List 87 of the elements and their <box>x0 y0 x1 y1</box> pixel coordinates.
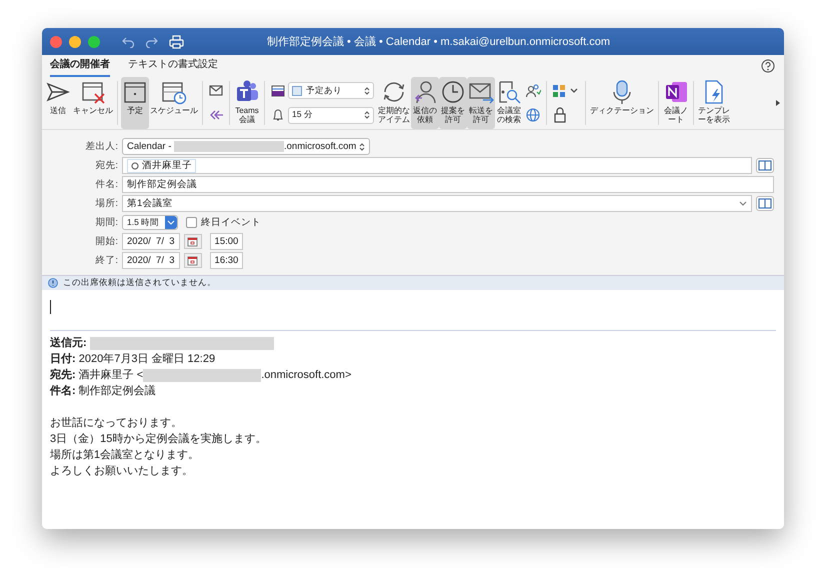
undo-button[interactable] <box>120 34 136 48</box>
ribbon-button[interactable]: 提案を許可 <box>439 77 467 129</box>
toolbar-button[interactable] <box>524 106 542 124</box>
grid-icon <box>552 84 580 98</box>
body-line: 3日（金）15時から定例会議を実施します。 <box>50 432 268 447</box>
ribbon-button[interactable]: 転送を許可 <box>467 77 495 129</box>
ribbon-button[interactable]: 会議室の検索 <box>495 77 523 129</box>
ribbon-button[interactable]: テンプレーを表示 <box>697 77 731 129</box>
from-dropdown[interactable]: Calendar - .onmicrosoft.com <box>122 138 370 155</box>
show-as-dropdown[interactable]: 予定あり <box>288 82 374 100</box>
calendar-icon <box>187 256 198 266</box>
calendar-icon <box>187 236 198 246</box>
redo-icon <box>145 36 159 48</box>
lock-icon <box>552 106 568 122</box>
field-label: 差出人: <box>84 140 118 153</box>
field-label: 宛先: <box>94 159 118 172</box>
recipient-token[interactable]: 酒井麻里子 <box>127 158 196 172</box>
ribbon-tab[interactable]: 会議の開催者 <box>50 54 110 77</box>
to-field[interactable]: 酒井麻里子 <box>122 157 752 174</box>
date-field[interactable]: 2020/ 7/ 3 <box>122 233 180 250</box>
color-swatch-icon <box>271 84 285 97</box>
address-book-button[interactable] <box>756 196 774 211</box>
ribbon-button[interactable]: 送信 <box>44 77 72 129</box>
body-line: お世話になっております。 <box>50 416 183 431</box>
location-field[interactable]: 第1会議室 <box>122 195 752 212</box>
ribbon-button[interactable]: 定期的なアイテム <box>377 77 411 129</box>
checkbox-label: 終日イベント <box>201 216 262 229</box>
chevron-down-icon <box>167 220 176 226</box>
minimize-button[interactable] <box>69 36 81 48</box>
text-cursor <box>50 300 51 314</box>
zoom-button[interactable] <box>88 36 100 48</box>
updown-icon <box>364 86 370 96</box>
info-icon <box>48 278 58 288</box>
subject-field[interactable]: 制作部定例会議 <box>122 176 774 193</box>
reminder-dropdown[interactable]: 15 分 <box>288 106 374 124</box>
print-icon <box>169 34 184 48</box>
more-button[interactable] <box>774 98 782 108</box>
header-line: 送信元: <box>50 336 88 351</box>
globe-icon <box>525 107 541 123</box>
header-line: 宛先: 酒井麻里子 < <box>50 368 144 383</box>
header-line: .onmicrosoft.com> <box>261 368 352 383</box>
field-label: 件名: <box>94 178 118 191</box>
ribbon-button[interactable]: 会議ノート <box>662 77 690 129</box>
header-line: 日付: 2020年7月3日 金曜日 12:29 <box>50 352 216 367</box>
time-field[interactable]: 16:30 <box>210 252 244 269</box>
clock-icon <box>440 79 466 105</box>
ribbon-tab[interactable]: テキストの書式設定 <box>128 54 218 77</box>
people-icon <box>525 83 541 99</box>
redo-button[interactable] <box>144 34 160 48</box>
notebook-icon <box>663 79 689 105</box>
updown-icon <box>358 142 365 152</box>
duration-dropdown[interactable]: 1.5 時間 <box>122 215 178 230</box>
address-book-icon <box>758 160 772 171</box>
field-label: 期間: <box>94 216 118 229</box>
address-book-icon <box>758 198 772 209</box>
ribbon-button[interactable]: Teams 会議 <box>233 77 261 129</box>
ribbon-button[interactable]: キャンセル <box>72 77 114 129</box>
field-label: 終了: <box>94 254 118 267</box>
ribbon-button[interactable]: スケジュール <box>149 77 199 129</box>
window-title: 制作部定例会議 • 会議 • Calendar • m.sakai@urelbun.onmicrosoft.com <box>266 34 612 49</box>
help-button[interactable] <box>760 58 776 74</box>
calendar-button[interactable] <box>184 234 202 249</box>
ribbon-button[interactable]: 返信の依頼 <box>411 77 439 129</box>
info-message: この出席依頼は送信されていません。 <box>63 277 216 289</box>
header-line: 件名: 制作部定例会議 <box>50 384 156 399</box>
checkbox[interactable] <box>186 217 198 228</box>
ribbon-button[interactable]: ディクテーション <box>589 77 655 129</box>
print-button[interactable] <box>168 34 185 50</box>
undo-icon <box>121 36 135 48</box>
ribbon-button[interactable]: 予定 <box>121 77 149 129</box>
toolbar-button[interactable] <box>524 82 542 100</box>
circle-icon <box>131 162 139 170</box>
body-line: 場所は第1会議室となります。 <box>50 448 200 463</box>
body-line: よろしくお願いいたします。 <box>50 464 194 479</box>
field-label: 開始: <box>94 235 118 248</box>
reply-all-icon <box>208 108 224 122</box>
more-arrow-icon <box>775 99 781 107</box>
updown-icon <box>364 110 370 120</box>
bell-icon <box>271 109 285 122</box>
time-field[interactable]: 15:00 <box>210 233 244 250</box>
address-book-button[interactable] <box>756 158 774 173</box>
date-field[interactable]: 2020/ 7/ 3 <box>122 252 180 269</box>
calendar-button[interactable] <box>184 253 202 268</box>
help-icon <box>761 59 775 73</box>
chevron-down-icon <box>739 200 747 206</box>
envelope-icon <box>208 84 224 98</box>
field-label: 場所: <box>94 197 118 210</box>
